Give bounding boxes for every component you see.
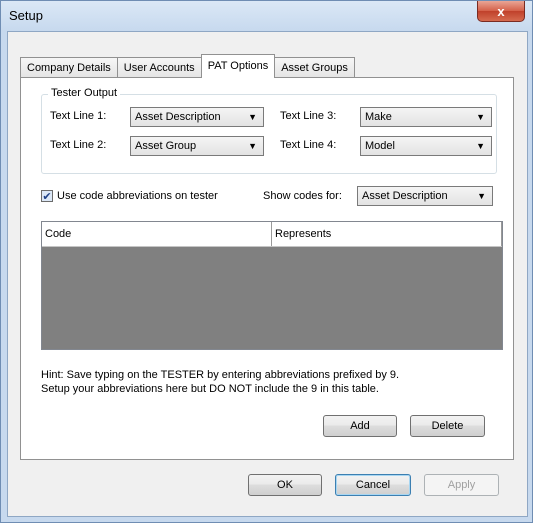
chevron-down-icon: ▼ (248, 141, 257, 151)
delete-button[interactable]: Delete (410, 415, 485, 437)
show-codes-label: Show codes for: (263, 190, 342, 202)
text-line-2-value: Asset Group (135, 140, 197, 152)
tab-strip: Company Details User Accounts PAT Option… (20, 54, 355, 78)
tester-output-legend: Tester Output (48, 87, 121, 99)
apply-button[interactable]: Apply (424, 474, 499, 496)
text-line-1-select[interactable]: Asset Description ▼ (130, 107, 264, 127)
text-line-3-value: Make (365, 111, 392, 123)
abbreviations-table[interactable]: Code Represents (41, 221, 503, 350)
use-abbreviations-checkbox[interactable]: ✔ (41, 190, 53, 203)
use-abbreviations-row: ✔ Use code abbreviations on tester (41, 190, 218, 203)
tester-output-group: Tester Output Text Line 1: Asset Descrip… (41, 87, 497, 174)
chevron-down-icon: ▼ (248, 112, 257, 122)
text-line-3-select[interactable]: Make ▼ (360, 107, 492, 127)
setup-window: Setup x Company Details User Accounts PA… (0, 0, 533, 523)
hint-line-2: Setup your abbreviations here but DO NOT… (41, 383, 379, 395)
table-header: Code Represents (42, 222, 502, 247)
text-line-4-label: Text Line 4: (280, 139, 337, 151)
dialog-client-area: Company Details User Accounts PAT Option… (7, 31, 528, 517)
tab-company-details[interactable]: Company Details (20, 57, 118, 78)
close-icon: x (497, 3, 505, 19)
window-title: Setup (9, 8, 43, 23)
ok-button[interactable]: OK (248, 474, 322, 496)
column-header-code[interactable]: Code (42, 222, 272, 246)
text-line-2-select[interactable]: Asset Group ▼ (130, 136, 264, 156)
pat-options-panel: Tester Output Text Line 1: Asset Descrip… (20, 77, 514, 460)
text-line-4-select[interactable]: Model ▼ (360, 136, 492, 156)
show-codes-select[interactable]: Asset Description ▼ (357, 186, 493, 206)
close-button[interactable]: x (477, 1, 525, 22)
tab-pat-options[interactable]: PAT Options (200, 54, 276, 78)
add-button[interactable]: Add (323, 415, 397, 437)
text-line-2-label: Text Line 2: (50, 139, 107, 151)
title-bar[interactable]: Setup x (1, 1, 532, 31)
hint-line-1: Hint: Save typing on the TESTER by enter… (41, 369, 400, 381)
chevron-down-icon: ▼ (477, 191, 486, 201)
use-abbreviations-label[interactable]: Use code abbreviations on tester (57, 190, 218, 202)
show-codes-value: Asset Description (362, 190, 448, 202)
tab-user-accounts[interactable]: User Accounts (116, 57, 202, 78)
text-line-4-value: Model (365, 140, 395, 152)
text-line-1-label: Text Line 1: (50, 110, 107, 122)
cancel-button[interactable]: Cancel (335, 474, 411, 496)
chevron-down-icon: ▼ (476, 112, 485, 122)
tab-asset-groups[interactable]: Asset Groups (274, 57, 355, 78)
text-line-1-value: Asset Description (135, 111, 221, 123)
hint-text: Hint: Save typing on the TESTER by enter… (41, 368, 399, 396)
column-header-represents[interactable]: Represents (272, 222, 502, 246)
checkmark-icon: ✔ (42, 190, 52, 203)
chevron-down-icon: ▼ (476, 141, 485, 151)
text-line-3-label: Text Line 3: (280, 110, 337, 122)
